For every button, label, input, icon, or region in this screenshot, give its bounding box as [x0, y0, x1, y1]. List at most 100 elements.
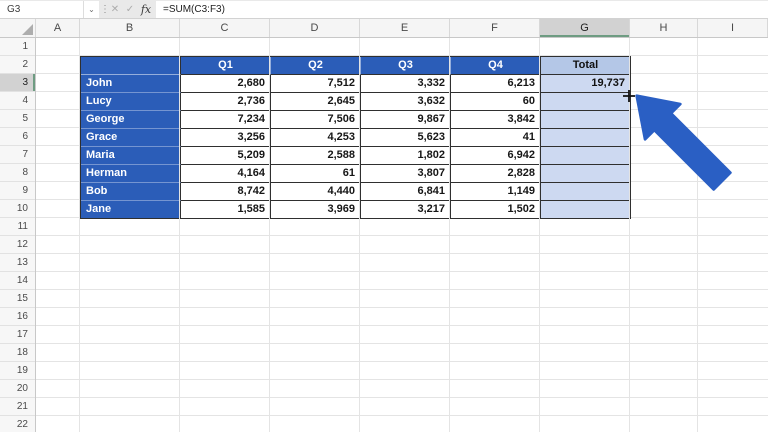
cell-G6[interactable] — [541, 129, 631, 147]
select-all-triangle-icon — [22, 24, 33, 35]
cell-E9[interactable]: 6,841 — [361, 183, 451, 201]
insert-function-icon[interactable]: fx — [138, 1, 154, 18]
cell-C3[interactable]: 2,680 — [181, 75, 271, 93]
cell-G4[interactable] — [541, 93, 631, 111]
cell-C7[interactable]: 5,209 — [181, 147, 271, 165]
row-header-18[interactable]: 18 — [0, 344, 35, 362]
cell-F7[interactable]: 6,942 — [451, 147, 541, 165]
column-header-B[interactable]: B — [80, 19, 180, 37]
cell-B9[interactable]: Bob — [81, 183, 181, 201]
cell-E3[interactable]: 3,332 — [361, 75, 451, 93]
cell-G5[interactable] — [541, 111, 631, 129]
row-header-21[interactable]: 21 — [0, 398, 35, 416]
cell-E6[interactable]: 5,623 — [361, 129, 451, 147]
row-header-6[interactable]: 6 — [0, 128, 35, 146]
column-header-D[interactable]: D — [270, 19, 360, 37]
row-header-1[interactable]: 1 — [0, 38, 35, 56]
cell-D2[interactable]: Q2 — [271, 57, 361, 75]
cell-E2[interactable]: Q3 — [361, 57, 451, 75]
row-header-15[interactable]: 15 — [0, 290, 35, 308]
cell-F8[interactable]: 2,828 — [451, 165, 541, 183]
row-header-11[interactable]: 11 — [0, 218, 35, 236]
column-header-C[interactable]: C — [180, 19, 270, 37]
gridline — [359, 38, 360, 432]
row-header-13[interactable]: 13 — [0, 254, 35, 272]
row-header-7[interactable]: 7 — [0, 146, 35, 164]
row-header-19[interactable]: 19 — [0, 362, 35, 380]
cell-D7[interactable]: 2,588 — [271, 147, 361, 165]
cell-B10[interactable]: Jane — [81, 201, 181, 219]
cell-E8[interactable]: 3,807 — [361, 165, 451, 183]
chevron-down-icon[interactable]: ⌄ — [84, 1, 99, 18]
row-header-22[interactable]: 22 — [0, 416, 35, 432]
row-header-3[interactable]: 3 — [0, 74, 35, 92]
cell-B7[interactable]: Maria — [81, 147, 181, 165]
gridline — [269, 38, 270, 432]
cell-C4[interactable]: 2,736 — [181, 93, 271, 111]
row-header-8[interactable]: 8 — [0, 164, 35, 182]
select-all-button[interactable] — [0, 19, 36, 37]
cell-D8[interactable]: 61 — [271, 165, 361, 183]
cell-C10[interactable]: 1,585 — [181, 201, 271, 219]
cell-B6[interactable]: Grace — [81, 129, 181, 147]
cell-F9[interactable]: 1,149 — [451, 183, 541, 201]
column-header-H[interactable]: H — [630, 19, 698, 37]
gridline — [449, 38, 450, 432]
formula-input[interactable]: =SUM(C3:F3) — [156, 1, 768, 18]
cell-B4[interactable]: Lucy — [81, 93, 181, 111]
column-header-I[interactable]: I — [698, 19, 768, 37]
row-header-20[interactable]: 20 — [0, 380, 35, 398]
cell-E4[interactable]: 3,632 — [361, 93, 451, 111]
cell-D5[interactable]: 7,506 — [271, 111, 361, 129]
row-header-2[interactable]: 2 — [0, 56, 35, 74]
cell-B3[interactable]: John — [81, 75, 181, 93]
column-header-G[interactable]: G — [540, 19, 630, 37]
cell-D4[interactable]: 2,645 — [271, 93, 361, 111]
cell-B8[interactable]: Herman — [81, 165, 181, 183]
cell-F6[interactable]: 41 — [451, 129, 541, 147]
cell-D3[interactable]: 7,512 — [271, 75, 361, 93]
cell-C9[interactable]: 8,742 — [181, 183, 271, 201]
cell-G8[interactable] — [541, 165, 631, 183]
cell-C2[interactable]: Q1 — [181, 57, 271, 75]
cell-B2[interactable] — [81, 57, 181, 75]
row-header-5[interactable]: 5 — [0, 110, 35, 128]
cell-F4[interactable]: 60 — [451, 93, 541, 111]
cell-G2[interactable]: Total — [541, 57, 631, 75]
cell-C6[interactable]: 3,256 — [181, 129, 271, 147]
column-headers: ABCDEFGHI — [0, 19, 768, 38]
cell-E5[interactable]: 9,867 — [361, 111, 451, 129]
row-header-4[interactable]: 4 — [0, 92, 35, 110]
cell-D9[interactable]: 4,440 — [271, 183, 361, 201]
cell-D6[interactable]: 4,253 — [271, 129, 361, 147]
cell-G7[interactable] — [541, 147, 631, 165]
row-header-17[interactable]: 17 — [0, 326, 35, 344]
row-header-12[interactable]: 12 — [0, 236, 35, 254]
column-header-A[interactable]: A — [36, 19, 80, 37]
cell-C5[interactable]: 7,234 — [181, 111, 271, 129]
column-header-E[interactable]: E — [360, 19, 450, 37]
spreadsheet-app: G3 ⌄ ⋮ ✕ ✓ fx =SUM(C3:F3) ABCDEFGHI 1234… — [0, 0, 768, 432]
gridline — [539, 38, 540, 432]
row-header-16[interactable]: 16 — [0, 308, 35, 326]
cell-D10[interactable]: 3,969 — [271, 201, 361, 219]
cell-F2[interactable]: Q4 — [451, 57, 541, 75]
column-header-F[interactable]: F — [450, 19, 540, 37]
cell-F3[interactable]: 6,213 — [451, 75, 541, 93]
cell-C8[interactable]: 4,164 — [181, 165, 271, 183]
cell-E10[interactable]: 3,217 — [361, 201, 451, 219]
name-box[interactable]: G3 — [0, 1, 84, 18]
cell-F10[interactable]: 1,502 — [451, 201, 541, 219]
cell-B5[interactable]: George — [81, 111, 181, 129]
enter-icon[interactable]: ✓ — [123, 1, 137, 18]
cell-G9[interactable] — [541, 183, 631, 201]
cell-E7[interactable]: 1,802 — [361, 147, 451, 165]
row-header-9[interactable]: 9 — [0, 182, 35, 200]
row-header-10[interactable]: 10 — [0, 200, 35, 218]
gridline — [179, 38, 180, 432]
cell-G10[interactable] — [541, 201, 631, 219]
cancel-icon[interactable]: ✕ — [108, 1, 122, 18]
cell-G3[interactable]: 19,737 — [541, 75, 631, 93]
row-header-14[interactable]: 14 — [0, 272, 35, 290]
cell-F5[interactable]: 3,842 — [451, 111, 541, 129]
